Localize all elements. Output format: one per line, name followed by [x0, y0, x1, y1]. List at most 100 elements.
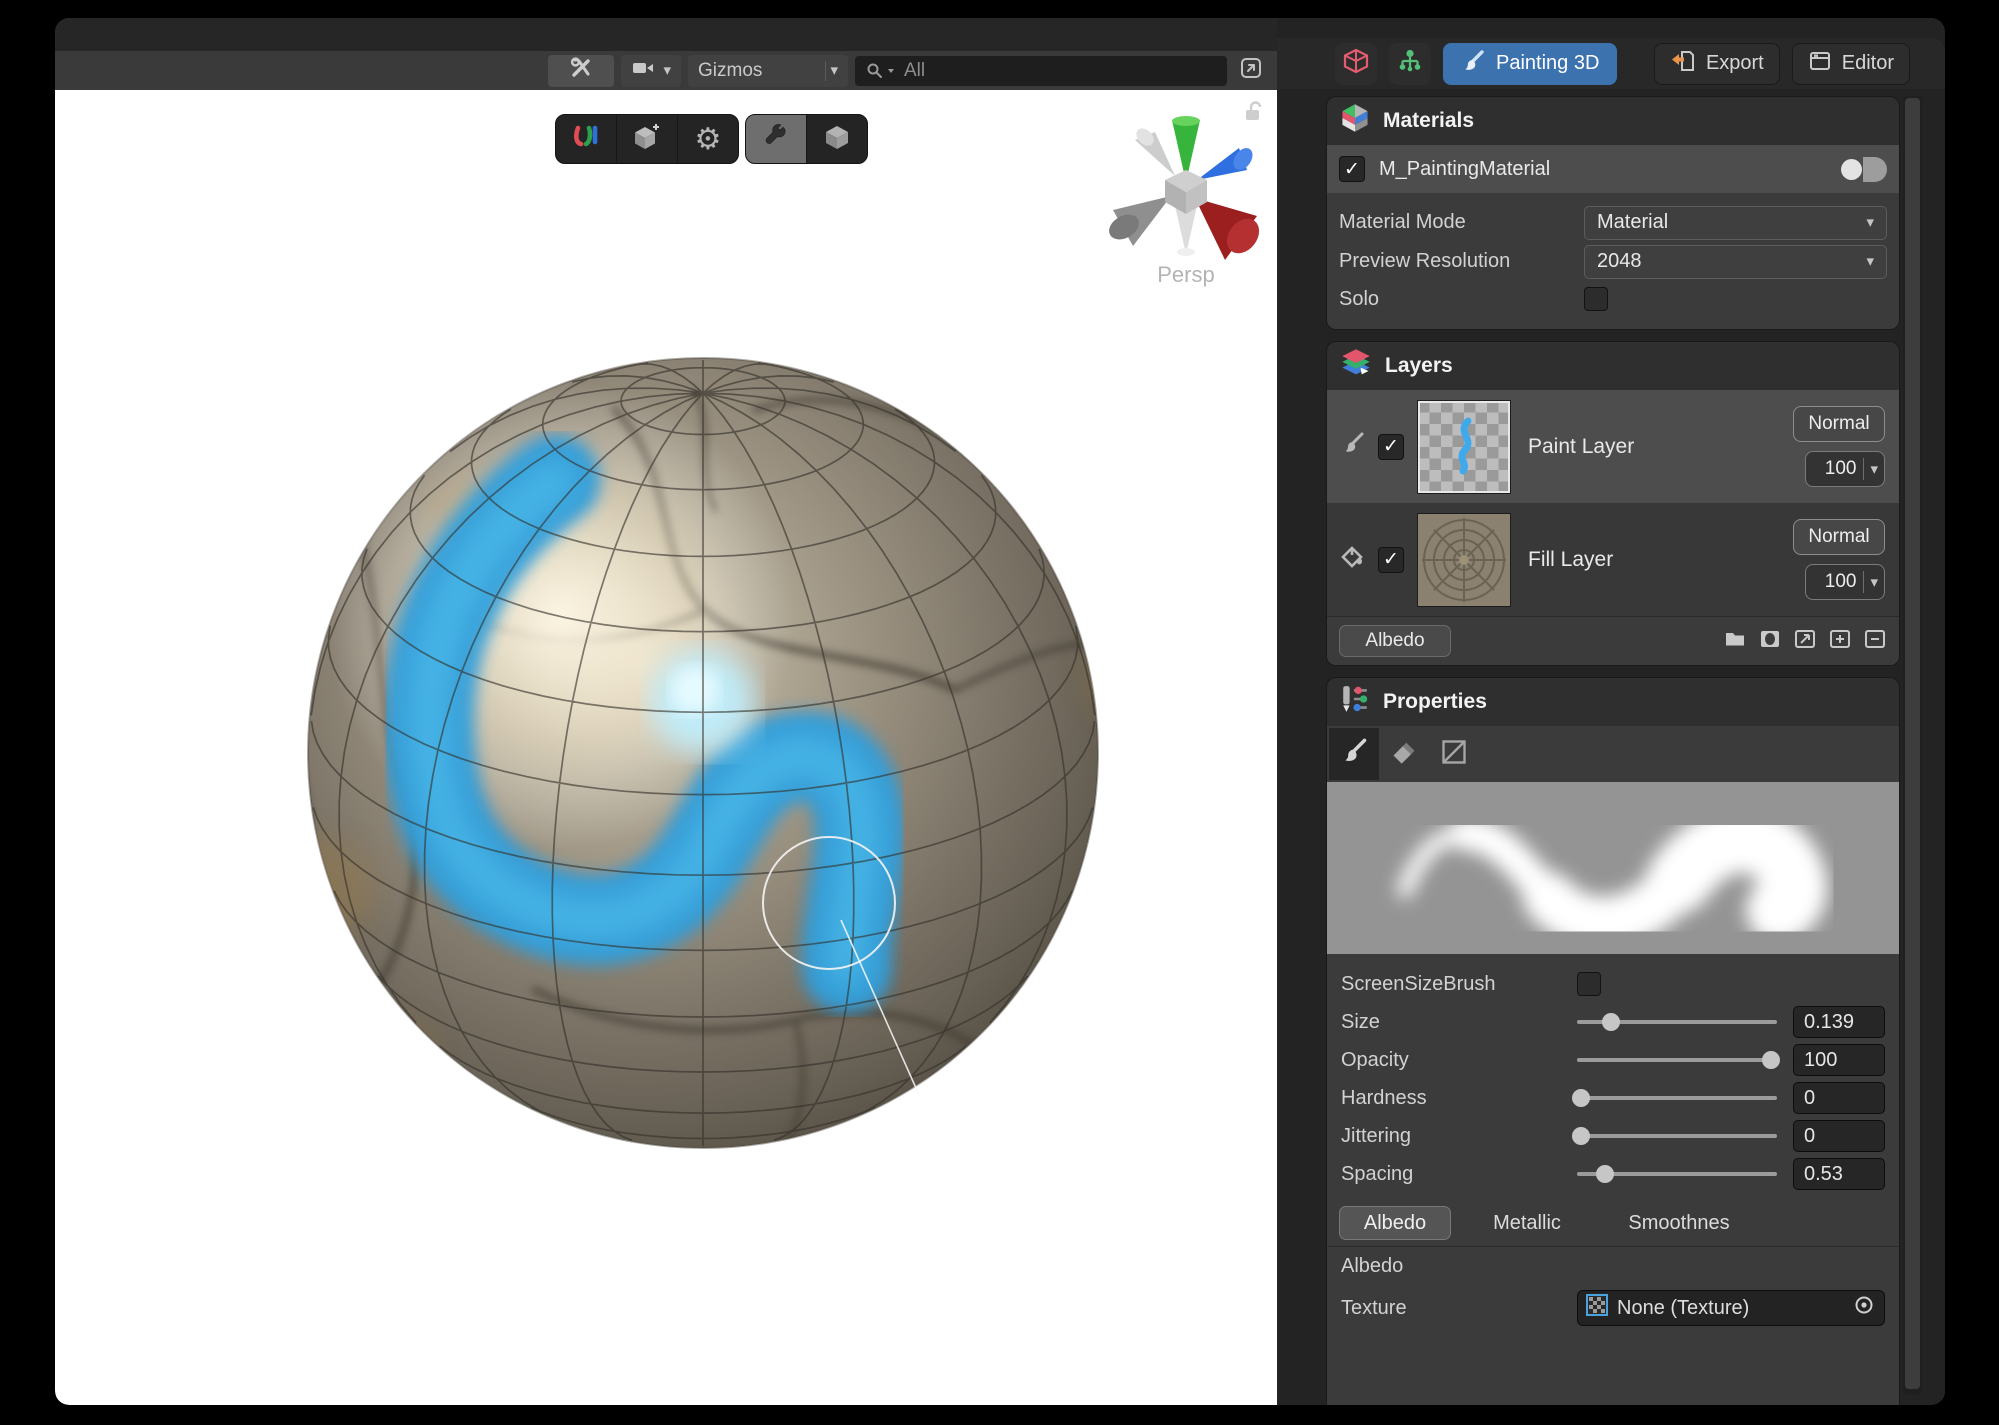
- tools-icon: [569, 56, 593, 86]
- editor-label: Editor: [1842, 52, 1894, 75]
- spacing-value-field[interactable]: 0.53: [1793, 1158, 1885, 1190]
- channel-tabs: Albedo Metallic Smoothnes: [1327, 1200, 1899, 1246]
- slider-thumb[interactable]: [1762, 1051, 1780, 1069]
- editor-button[interactable]: Editor: [1792, 43, 1910, 85]
- add-cube-button[interactable]: [617, 115, 678, 163]
- size-value-field[interactable]: 0.139: [1793, 1006, 1885, 1038]
- perspective-label[interactable]: Persp: [1121, 262, 1251, 288]
- screen-size-brush-checkbox[interactable]: [1577, 972, 1601, 996]
- size-label: Size: [1341, 1011, 1577, 1034]
- slider-thumb[interactable]: [1572, 1127, 1590, 1145]
- size-slider[interactable]: [1577, 1005, 1777, 1039]
- material-toggle[interactable]: [1839, 157, 1887, 182]
- camera-settings-button[interactable]: ▾: [621, 55, 681, 87]
- maximize-icon: [1238, 55, 1264, 87]
- layer-row-paint[interactable]: ✓ Paint Layer Normal: [1327, 390, 1899, 503]
- layer-visibility-checkbox[interactable]: ✓: [1378, 434, 1404, 460]
- material-mode-dropdown[interactable]: Material ▾: [1584, 206, 1887, 240]
- lock-icon[interactable]: [1243, 100, 1265, 129]
- toggle-knob: [1841, 159, 1862, 180]
- scene-view[interactable]: ⚙: [55, 90, 1277, 1405]
- brush-tool-button[interactable]: [1329, 728, 1379, 780]
- search-input[interactable]: All: [855, 56, 1227, 86]
- jittering-value-field[interactable]: 0: [1793, 1120, 1885, 1152]
- tab-painting-label: Painting 3D: [1496, 52, 1599, 75]
- export-label: Export: [1706, 52, 1764, 75]
- brush-type-icon: [1341, 432, 1365, 461]
- layer-opacity-dropdown[interactable]: 100 ▾: [1805, 564, 1885, 600]
- layer-name: Paint Layer: [1528, 435, 1780, 459]
- channel-select-button[interactable]: Albedo: [1339, 625, 1451, 657]
- screen-size-brush-row: ScreenSizeBrush: [1341, 967, 1885, 1001]
- materials-title: Materials: [1383, 109, 1474, 133]
- sphere-3d-viewport[interactable]: [55, 90, 1277, 1405]
- layer-visibility-checkbox[interactable]: ✓: [1378, 547, 1404, 573]
- cube-mode-button[interactable]: [807, 115, 867, 163]
- gizmos-label: Gizmos: [698, 60, 762, 82]
- gradient-tool-button[interactable]: [1429, 728, 1479, 780]
- panel-scrollbar[interactable]: [1903, 96, 1922, 1395]
- add-layer-icon[interactable]: [1828, 627, 1852, 656]
- jittering-label: Jittering: [1341, 1125, 1577, 1148]
- panel-tab-bar: Painting 3D Export: [1277, 38, 1945, 89]
- material-name: M_PaintingMaterial: [1379, 158, 1825, 181]
- slider-thumb[interactable]: [1602, 1013, 1620, 1031]
- paintbrush-icon: [1340, 738, 1368, 771]
- settings-button[interactable]: ⚙: [678, 115, 738, 163]
- opacity-value-field[interactable]: 100: [1793, 1044, 1885, 1076]
- export-button[interactable]: Export: [1654, 43, 1780, 85]
- slider-thumb[interactable]: [1572, 1089, 1590, 1107]
- scrollbar-thumb[interactable]: [1905, 98, 1920, 1389]
- eraser-icon: [1390, 738, 1418, 771]
- tools-toggle-button[interactable]: [548, 55, 614, 87]
- remove-layer-icon[interactable]: [1863, 627, 1887, 656]
- gizmos-dropdown[interactable]: Gizmos ▾: [688, 55, 848, 87]
- preview-resolution-dropdown[interactable]: 2048 ▾: [1584, 245, 1887, 279]
- albedo-group-label: Albedo: [1327, 1246, 1899, 1285]
- layer-opacity-dropdown[interactable]: 100 ▾: [1805, 451, 1885, 487]
- blend-mode-button[interactable]: Normal: [1793, 406, 1885, 442]
- hardness-value-field[interactable]: 0: [1793, 1082, 1885, 1114]
- material-mode-value: Material: [1597, 211, 1668, 234]
- expand-icon[interactable]: [1793, 627, 1817, 656]
- tab-hierarchy[interactable]: [1389, 43, 1431, 85]
- maximize-button[interactable]: [1234, 55, 1268, 87]
- channel-tab-albedo[interactable]: Albedo: [1339, 1206, 1451, 1240]
- channel-tab-smoothness[interactable]: Smoothnes: [1603, 1212, 1755, 1235]
- paint-tool-mode-button[interactable]: [746, 115, 807, 163]
- material-row[interactable]: ✓ M_PaintingMaterial: [1327, 145, 1899, 193]
- blend-mode-button[interactable]: Normal: [1793, 519, 1885, 555]
- material-enabled-checkbox[interactable]: ✓: [1339, 156, 1365, 182]
- solo-checkbox[interactable]: [1584, 287, 1608, 311]
- brush-stroke-preview: [1327, 782, 1899, 954]
- chevron-down-icon: ▾: [663, 63, 671, 78]
- layer-row-fill[interactable]: ✓: [1327, 503, 1899, 616]
- tab-painting-3d[interactable]: Painting 3D: [1443, 43, 1617, 85]
- object-picker-icon[interactable]: [1852, 1293, 1876, 1323]
- paint-layer-thumbnail[interactable]: [1417, 400, 1511, 494]
- eraser-tool-button[interactable]: [1379, 728, 1429, 780]
- jittering-slider[interactable]: [1577, 1119, 1777, 1153]
- opacity-row: Opacity 100: [1341, 1043, 1885, 1077]
- editor-window-icon: [1808, 49, 1832, 79]
- paintbrush-icon: [1461, 49, 1485, 79]
- channel-tab-metallic[interactable]: Metallic: [1451, 1212, 1603, 1235]
- search-icon: [865, 61, 895, 81]
- spacing-slider[interactable]: [1577, 1157, 1777, 1191]
- size-row: Size 0.139: [1341, 1005, 1885, 1039]
- opacity-slider[interactable]: [1577, 1043, 1777, 1077]
- layers-footer: Albedo: [1327, 616, 1899, 665]
- slider-thumb[interactable]: [1596, 1165, 1614, 1183]
- cube-plus-icon: [632, 122, 662, 157]
- fill-layer-thumbnail[interactable]: [1417, 513, 1511, 607]
- hardness-slider[interactable]: [1577, 1081, 1777, 1115]
- folder-icon[interactable]: [1723, 627, 1747, 656]
- preview-resolution-value: 2048: [1597, 250, 1642, 273]
- umodeler-logo-button[interactable]: [556, 115, 617, 163]
- spacing-row: Spacing 0.53: [1341, 1157, 1885, 1191]
- texture-thumbnail-icon: [1586, 1294, 1608, 1322]
- texture-object-field[interactable]: None (Texture): [1577, 1290, 1885, 1326]
- mask-icon[interactable]: [1758, 627, 1782, 656]
- tab-uv-cube[interactable]: [1335, 43, 1377, 85]
- properties-icon: [1340, 684, 1370, 720]
